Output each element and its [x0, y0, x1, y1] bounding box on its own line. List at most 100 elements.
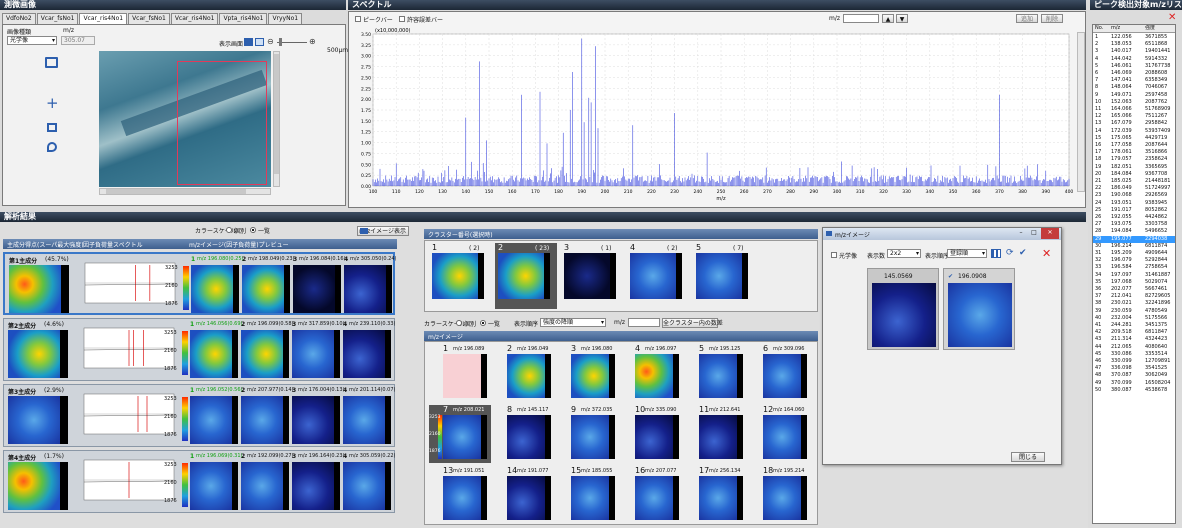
- minimize-button[interactable]: –: [1015, 229, 1027, 236]
- mz-image-cell[interactable]: 10 m/z 335.090: [621, 405, 683, 463]
- loading-spectrum[interactable]: [74, 454, 178, 512]
- dataset-tab[interactable]: VdfoNo2: [2, 13, 36, 24]
- monitor-icon[interactable]: [45, 57, 58, 68]
- optical-checkbox[interactable]: [831, 252, 837, 258]
- peak-row[interactable]: 21 185.025 21448181: [1093, 178, 1175, 185]
- spectrum-up-button[interactable]: ▲: [882, 14, 894, 23]
- peak-row[interactable]: 19 182.051 3365695: [1093, 164, 1175, 171]
- order-select[interactable]: 強度の降順 ▾: [540, 318, 606, 327]
- peak-row[interactable]: 45 330.086 3353514: [1093, 351, 1175, 358]
- mz-image-cell[interactable]: 15 m/z 185.055: [557, 466, 619, 524]
- mz-image-cell[interactable]: 16 m/z 207.077: [621, 466, 683, 524]
- spectrum-chart[interactable]: 3.50 3.25 3.00 2.75 2.50 2.25 2.00 1.75 1.50 1.25…: [349, 24, 1077, 206]
- peak-row[interactable]: 46 330.099 12709891: [1093, 358, 1175, 365]
- mz-image-cell[interactable]: 1 m/z 196.089: [429, 344, 491, 402]
- peak-row[interactable]: 8 148.064 7046067: [1093, 84, 1175, 91]
- mz-image-cell[interactable]: 14 m/z 191.077: [493, 466, 555, 524]
- peak-bar-checkbox[interactable]: [355, 16, 361, 22]
- peak-row[interactable]: 32 196.079 5292844: [1093, 257, 1175, 264]
- peak-row[interactable]: 49 370.099 16508204: [1093, 380, 1175, 387]
- mz-image-cell[interactable]: 13 m/z 191.051: [429, 466, 491, 524]
- peak-row[interactable]: 41 244.281 3451375: [1093, 322, 1175, 329]
- spectrum-vscroll[interactable]: [1077, 32, 1085, 192]
- spectrum-down-button[interactable]: ▼: [896, 14, 908, 23]
- peak-row[interactable]: 12 165.066 7511267: [1093, 113, 1175, 120]
- peak-row[interactable]: 34 197.097 31461887: [1093, 272, 1175, 279]
- peak-row[interactable]: 27 193.075 3303758: [1093, 221, 1175, 228]
- mz-image-display-button[interactable]: m/zイメージ表示: [357, 226, 409, 236]
- preview-image[interactable]: [190, 462, 232, 510]
- mz-image-cell[interactable]: 6 m/z 309.096: [749, 344, 811, 402]
- popup-close-button[interactable]: ✕: [1041, 228, 1059, 239]
- cluster-opt1-radio[interactable]: [456, 320, 462, 326]
- pca-component-row[interactable]: 第4主成分 (1.7%) 3253 2160 1876 1 m/z 196.069(0.31…: [3, 450, 395, 513]
- delete-icon[interactable]: ✕: [1042, 247, 1051, 260]
- peak-row[interactable]: 43 211.314 4324423: [1093, 336, 1175, 343]
- zoom-out-icon[interactable]: ⊖: [267, 37, 274, 46]
- score-image[interactable]: [9, 265, 61, 313]
- fit-view-icon[interactable]: [244, 38, 253, 46]
- pca-component-row[interactable]: 第1主成分 (45.7%) 3253 2160 1876 1 m/z 196.080(0.2…: [3, 252, 396, 315]
- peak-row[interactable]: 29 195.077 2294038: [1093, 235, 1175, 243]
- mz-image-cell[interactable]: 7 m/z 208.021 3253 2160 1876: [429, 405, 491, 463]
- mz-image-cell[interactable]: 12 m/z 164.060: [749, 405, 811, 463]
- peak-row[interactable]: 4 144.042 5914332: [1093, 56, 1175, 63]
- preview-image[interactable]: [292, 330, 334, 378]
- grid-view-icon[interactable]: [991, 249, 1001, 258]
- cluster-mz-input[interactable]: [628, 318, 660, 327]
- preview-image[interactable]: [343, 462, 385, 510]
- plus-icon[interactable]: +: [46, 96, 59, 111]
- peak-row[interactable]: 28 194.084 5496652: [1093, 228, 1175, 235]
- peak-row[interactable]: 39 230.059 4780549: [1093, 308, 1175, 315]
- tolerance-bar-checkbox[interactable]: [399, 16, 405, 22]
- peak-row[interactable]: 37 212.041 82729605: [1093, 293, 1175, 300]
- score-image[interactable]: [8, 330, 60, 378]
- tissue-vscroll[interactable]: [273, 51, 280, 187]
- dataset-tab[interactable]: VryyNo1: [268, 13, 303, 24]
- preview-image[interactable]: [292, 462, 334, 510]
- popup-image-1[interactable]: 145.0569: [867, 268, 939, 350]
- peak-row[interactable]: 50 380.087 4538678: [1093, 387, 1175, 394]
- mz-image-cell[interactable]: 5 m/z 195.125: [685, 344, 747, 402]
- mz-image-cell[interactable]: 8 m/z 145.117: [493, 405, 555, 463]
- peak-row[interactable]: 16 177.058 2087644: [1093, 142, 1175, 149]
- peak-row[interactable]: 25 191.017 8052862: [1093, 207, 1175, 214]
- mz-image-cell[interactable]: 4 m/z 196.097: [621, 344, 683, 402]
- peak-row[interactable]: 17 178.061 3516866: [1093, 149, 1175, 156]
- peak-row[interactable]: 40 232.004 5175566: [1093, 315, 1175, 322]
- cluster-item[interactable]: 5 ( 7): [693, 243, 755, 309]
- zoom-in-icon[interactable]: ⊕: [309, 37, 316, 46]
- tissue-image[interactable]: [99, 51, 271, 187]
- peak-row[interactable]: 9 149.071 2597458: [1093, 92, 1175, 99]
- preview-image[interactable]: [241, 462, 283, 510]
- zoom-slider[interactable]: [277, 38, 307, 46]
- peak-row[interactable]: 18 179.057 2358624: [1093, 156, 1175, 163]
- mz-value-field[interactable]: 305.07: [61, 36, 95, 45]
- cluster-opt2-radio[interactable]: [480, 320, 486, 326]
- score-image[interactable]: [8, 396, 60, 444]
- peak-row[interactable]: 23 190.068 2926569: [1093, 192, 1175, 199]
- rectangle-icon[interactable]: [47, 123, 57, 132]
- popup-order-select[interactable]: 登録順 ▾: [947, 249, 987, 258]
- pca-component-row[interactable]: 第3主成分 (2.9%) 3253 2160 1876 1 m/z 196.052(0.56…: [3, 384, 395, 447]
- peak-row[interactable]: 6 146.069 2088608: [1093, 70, 1175, 77]
- roi-rectangle[interactable]: [177, 61, 267, 185]
- dataset-tab[interactable]: Vpta_ris4No1: [219, 13, 268, 24]
- dataset-tab[interactable]: Vcar_ris4No1: [79, 13, 128, 24]
- lasso-icon[interactable]: [47, 142, 57, 152]
- peak-row[interactable]: 42 209.518 6811847: [1093, 329, 1175, 336]
- peak-row[interactable]: 22 186.049 51724997: [1093, 185, 1175, 192]
- preview-image[interactable]: [344, 265, 386, 313]
- peak-row[interactable]: 26 192.055 4424862: [1093, 214, 1175, 221]
- expand-view-icon[interactable]: [255, 38, 264, 46]
- peak-row[interactable]: 38 230.021 32241896: [1093, 300, 1175, 307]
- score-image[interactable]: [8, 462, 60, 510]
- cluster-item[interactable]: 2 ( 23): [495, 243, 557, 309]
- peak-row[interactable]: 24 193.051 9383945: [1093, 200, 1175, 207]
- dataset-tab[interactable]: Vcar_fsNo1: [36, 13, 79, 24]
- preview-image[interactable]: [242, 265, 284, 313]
- peak-row[interactable]: 36 202.077 5667461: [1093, 286, 1175, 293]
- cluster-item[interactable]: 1 ( 2): [429, 243, 491, 309]
- loading-spectrum[interactable]: [74, 322, 178, 380]
- peak-row[interactable]: 2 138.053 6511868: [1093, 41, 1175, 48]
